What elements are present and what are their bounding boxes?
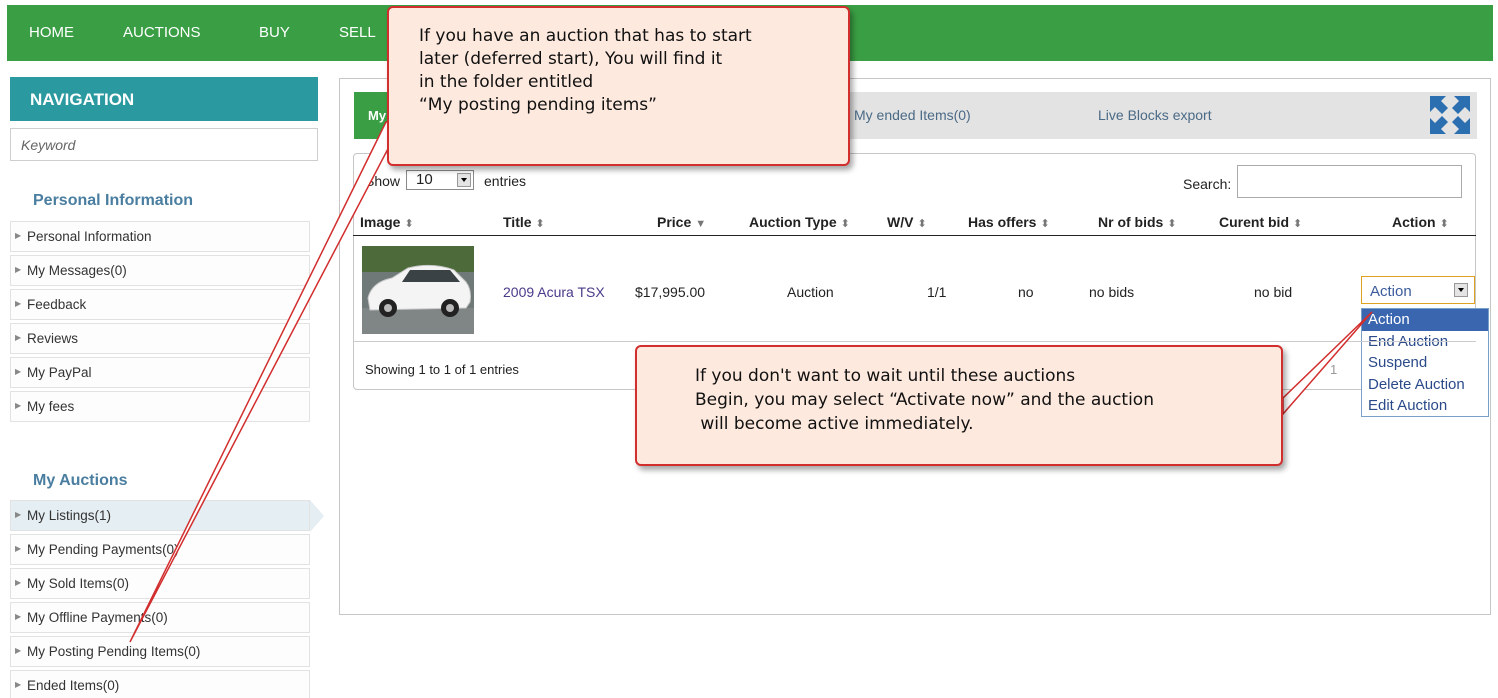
sidebar-item-my-listings[interactable]: ▶ My Listings(1) <box>10 500 310 531</box>
my-auctions-title: My Auctions <box>33 472 128 489</box>
tab-my-ended-items[interactable]: My ended Items(0) <box>854 107 971 123</box>
listing-title-link[interactable]: 2009 Acura TSX <box>503 284 605 300</box>
sidebar-item-pending-payments[interactable]: ▶ My Pending Payments(0) <box>10 534 310 565</box>
sidebar-item-label: My Posting Pending Items(0) <box>27 644 201 659</box>
tab-live-blocks-export[interactable]: Live Blocks export <box>1098 107 1212 123</box>
listing-wv: 1/1 <box>927 284 947 300</box>
bullet-icon: ▶ <box>15 265 22 274</box>
sidebar-item-ended-items[interactable]: ▶ Ended Items(0) <box>10 670 310 698</box>
column-header-nr-of-bids[interactable]: Nr of bids ⬍ <box>1098 214 1177 230</box>
column-header-title[interactable]: Title ⬍ <box>503 214 545 230</box>
bullet-icon: ▶ <box>15 612 22 621</box>
action-option-edit-auction[interactable]: Edit Auction <box>1362 395 1488 417</box>
sidebar-item-label: My Pending Payments(0) <box>27 542 179 557</box>
nav-auctions-link[interactable]: AUCTIONS <box>123 24 201 41</box>
callout-text-line: If you have an auction that has to start <box>419 26 752 46</box>
chevron-down-icon <box>1454 283 1468 297</box>
callout-text-line: “My posting pending items” <box>419 95 657 115</box>
table-search-input[interactable] <box>1237 165 1462 198</box>
bullet-icon: ▶ <box>15 231 22 240</box>
page-size-value: 10 <box>416 171 433 188</box>
column-header-has-offers[interactable]: Has offers ⬍ <box>968 214 1050 230</box>
bullet-icon: ▶ <box>15 646 22 655</box>
callout-activate-now: If you don't want to wait until these au… <box>635 345 1283 466</box>
sidebar-item-sold-items[interactable]: ▶ My Sold Items(0) <box>10 568 310 599</box>
sidebar-item-label: Ended Items(0) <box>27 678 120 693</box>
column-header-action[interactable]: Action ⬍ <box>1392 214 1449 230</box>
active-indicator <box>310 500 324 532</box>
action-select[interactable]: Action <box>1361 276 1475 304</box>
bullet-icon: ▶ <box>15 367 22 376</box>
bullet-icon: ▶ <box>15 299 22 308</box>
sidebar-item-label: My Sold Items(0) <box>27 576 130 591</box>
listing-auction-type: Auction <box>787 284 834 300</box>
keyword-search-input[interactable]: Keyword <box>10 128 318 161</box>
sidebar-item-reviews[interactable]: ▶ Reviews <box>10 323 310 354</box>
sidebar-item-offline-payments[interactable]: ▶ My Offline Payments(0) <box>10 602 310 633</box>
sidebar-item-personal-information[interactable]: ▶ Personal Information <box>10 221 310 252</box>
bullet-icon: ▶ <box>15 510 22 519</box>
page-size-select[interactable]: 10 <box>406 170 474 190</box>
nav-buy-link[interactable]: BUY <box>259 24 290 41</box>
search-label: Search: <box>1183 176 1232 192</box>
show-label: Show <box>365 173 401 189</box>
callout-text-line: will become active immediately. <box>695 414 974 434</box>
sidebar-item-my-paypal[interactable]: ▶ My PayPal <box>10 357 310 388</box>
sidebar-item-my-fees[interactable]: ▶ My fees <box>10 391 310 422</box>
callout-text-line: If you don't want to wait until these au… <box>695 366 1076 386</box>
column-header-current-bid[interactable]: Curent bid ⬍ <box>1219 214 1302 230</box>
listing-current-bid: no bid <box>1254 284 1293 300</box>
personal-info-title: Personal Information <box>33 192 194 209</box>
sidebar-item-label: Reviews <box>27 331 79 346</box>
page: { "topnav": { "items": ["HOME", "AUCTION… <box>0 0 1498 698</box>
column-header-auction-type[interactable]: Auction Type ⬍ <box>749 214 850 230</box>
sidebar-item-label: My Offline Payments(0) <box>27 610 168 625</box>
listing-nr-of-bids: no bids <box>1089 284 1135 300</box>
bullet-icon: ▶ <box>15 401 22 410</box>
car-thumbnail[interactable] <box>362 246 474 334</box>
listing-has-offers: no <box>1018 284 1034 300</box>
listing-price: $17,995.00 <box>635 284 706 300</box>
sidebar-item-my-messages[interactable]: ▶ My Messages(0) <box>10 255 310 286</box>
sidebar-item-label: My Messages(0) <box>27 263 127 278</box>
showing-entries-info: Showing 1 to 1 of 1 entries <box>365 362 519 377</box>
bullet-icon: ▶ <box>15 578 22 587</box>
callout-text-line: Begin, you may select “Activate now” and… <box>695 390 1154 410</box>
sidebar-item-label: My Listings(1) <box>27 508 112 523</box>
chevron-down-icon <box>457 173 471 187</box>
nav-sell-link[interactable]: SELL <box>339 24 376 41</box>
action-dropdown: Action End Auction Suspend Delete Auctio… <box>1361 308 1489 417</box>
column-header-price[interactable]: Price ▼ <box>657 214 706 230</box>
callout-deferred-start: If you have an auction that has to start… <box>387 6 850 166</box>
sidebar-item-posting-pending-items[interactable]: ▶ My Posting Pending Items(0) <box>10 636 310 667</box>
bullet-icon: ▶ <box>15 333 22 342</box>
action-select-value: Action <box>1370 283 1412 300</box>
callout-text-line: later (deferred start), You will find it <box>419 49 723 69</box>
nav-home-link[interactable]: HOME <box>29 24 74 41</box>
entries-label: entries <box>484 173 527 189</box>
column-header-wv[interactable]: W/V ⬍ <box>887 214 927 230</box>
action-option-action[interactable]: Action <box>1362 309 1488 331</box>
sidebar-item-label: My fees <box>27 399 75 414</box>
bullet-icon: ▶ <box>15 544 22 553</box>
callout-text-line: in the folder entitled <box>419 72 594 92</box>
column-header-image[interactable]: Image ⬍ <box>360 214 414 230</box>
pagination[interactable]: 1 <box>1284 362 1337 377</box>
expand-icon[interactable] <box>1428 94 1472 136</box>
sidebar-item-feedback[interactable]: ▶ Feedback <box>10 289 310 320</box>
page-number[interactable]: 1 <box>1330 362 1337 377</box>
action-option-suspend[interactable]: Suspend <box>1362 352 1488 374</box>
row-divider <box>353 341 1476 342</box>
bullet-icon: ▶ <box>15 680 22 689</box>
sidebar-item-label: Personal Information <box>27 229 152 244</box>
sidebar-item-label: Feedback <box>27 297 87 312</box>
sidebar-item-label: My PayPal <box>27 365 92 380</box>
navigation-header: NAVIGATION <box>10 77 318 121</box>
action-option-delete-auction[interactable]: Delete Auction <box>1362 374 1488 396</box>
header-divider <box>353 235 1476 236</box>
